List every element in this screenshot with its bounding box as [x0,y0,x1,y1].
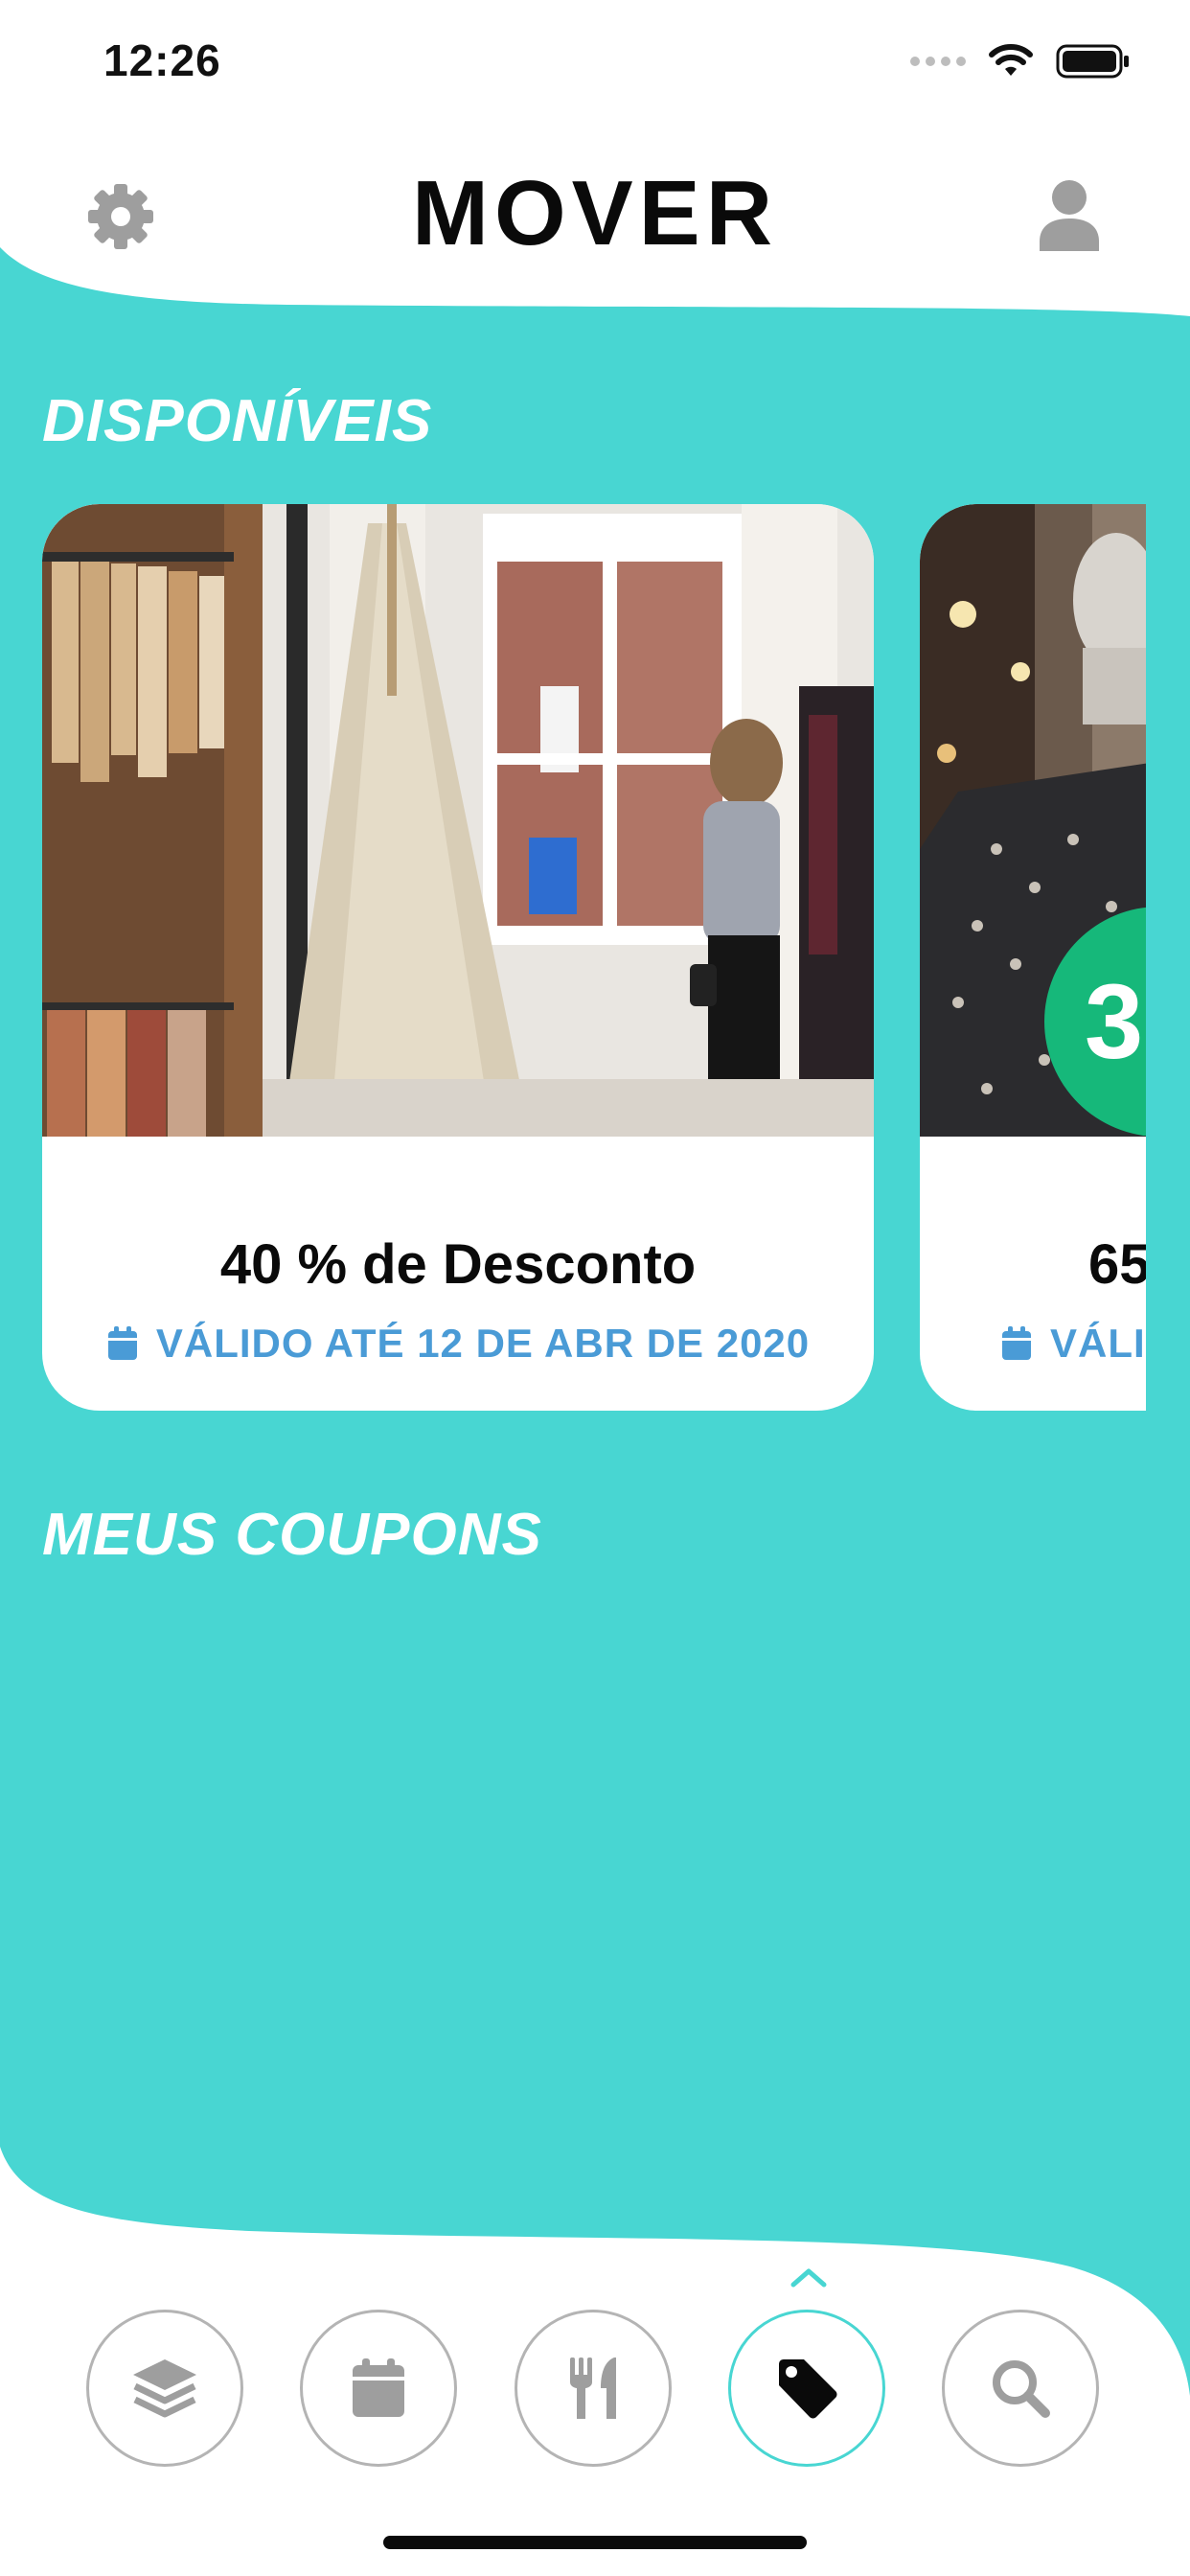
search-icon [993,2360,1050,2418]
status-bar: 12:26 [0,0,1190,126]
available-section-title: DISPONÍVEIS [42,388,433,454]
cellular-dots-icon [910,57,966,66]
calendar-icon [353,2358,404,2417]
chevron-up-icon [790,2268,827,2288]
user-icon [1040,180,1099,251]
home-indicator[interactable] [383,2536,807,2549]
app-title: MOVER [411,162,779,264]
nav-button-calendar[interactable] [300,2310,457,2467]
bottom-nav [0,2310,1190,2472]
coupon-card[interactable]: 30 65 VÁLID [920,504,1146,1411]
tag-icon [779,2359,837,2419]
status-time: 12:26 [103,35,221,85]
clothing-store-photo [42,504,874,1137]
calendar-icon [107,1326,137,1360]
coupon-image [42,504,874,1137]
wifi-icon [989,44,1033,76]
fork-knife-icon [570,2358,616,2419]
nav-button-coupons[interactable] [728,2310,885,2467]
coupon-validity-text: VÁLID [1050,1321,1146,1366]
coupons-carousel[interactable]: 40 % de Desconto VÁLIDO ATÉ 12 DE ABR DE… [0,504,1146,1414]
coupon-discount: 65 [1088,1233,1146,1296]
page: 12:26 MOVER DISPONÍVEIS 40 % de Desconto… [0,0,1190,2576]
coupon-validity: VÁLID [1000,1321,1146,1367]
coupon-validity: VÁLIDO ATÉ 12 DE ABR DE 2020 [42,1321,874,1367]
my-coupons-section-title: MEUS COUPONS [42,1502,542,1568]
battery-icon [1056,44,1129,79]
coupon-card[interactable]: 40 % de Desconto VÁLIDO ATÉ 12 DE ABR DE… [42,504,874,1411]
app-header: MOVER [0,126,1190,299]
nav-button-layers[interactable] [86,2310,243,2467]
layers-icon [133,2359,196,2418]
coupon-discount: 40 % de Desconto [219,1233,697,1296]
nav-button-search[interactable] [942,2310,1099,2467]
profile-button[interactable] [1033,174,1106,255]
coupon-validity-text: VÁLIDO ATÉ 12 DE ABR DE 2020 [155,1321,811,1366]
status-icons [910,42,1131,80]
nav-button-restaurants[interactable] [515,2310,672,2467]
calendar-icon [1002,1326,1031,1360]
